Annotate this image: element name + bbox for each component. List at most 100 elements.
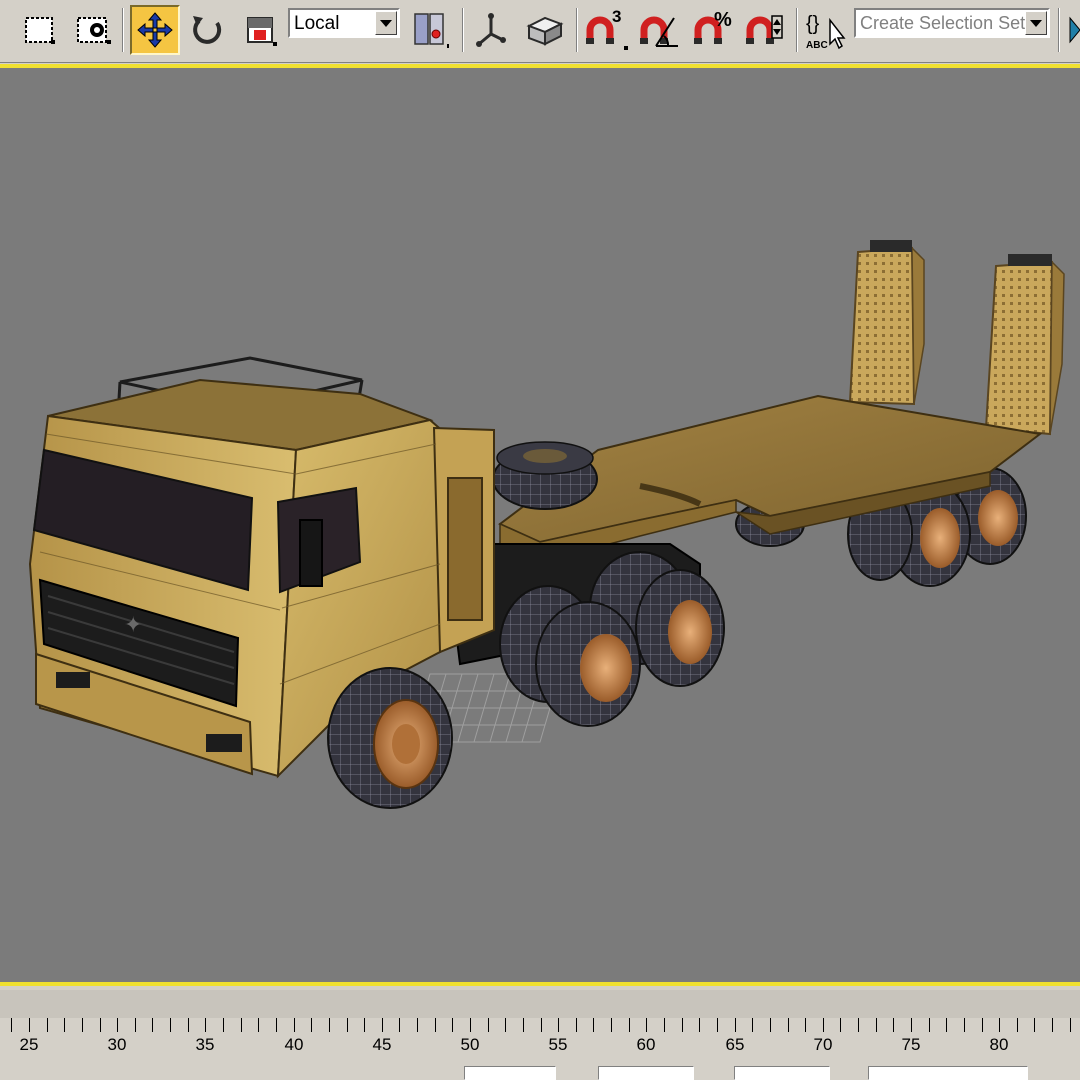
select-region-icon xyxy=(25,17,55,44)
timeline-tick xyxy=(294,1018,295,1032)
timeline-tick xyxy=(1034,1018,1035,1032)
scale-icon xyxy=(247,17,277,46)
status-bar xyxy=(0,1062,1080,1080)
timeline-tick xyxy=(717,1018,718,1032)
timeline-tick xyxy=(505,1018,506,1032)
mirror-button[interactable] xyxy=(1064,6,1080,54)
timeline-tick xyxy=(752,1018,753,1032)
timeline-tick xyxy=(117,1018,118,1032)
keyboard-shortcut-override-button[interactable] xyxy=(522,6,568,54)
timeline-tick xyxy=(946,1018,947,1032)
timeline-tick xyxy=(1070,1018,1071,1032)
spare-tire xyxy=(492,441,598,510)
keyboard-override-icon xyxy=(526,16,564,46)
timeline-tick xyxy=(82,1018,83,1032)
timeline-frame-label: 65 xyxy=(725,1035,745,1054)
status-field[interactable] xyxy=(464,1066,556,1080)
chevron-down-icon[interactable] xyxy=(1025,11,1047,35)
timeline-tick xyxy=(135,1018,136,1032)
timeline-frame-label: 75 xyxy=(901,1035,921,1054)
select-and-manipulate-button[interactable] xyxy=(468,6,514,54)
timeline-frame-label: 50 xyxy=(460,1035,480,1054)
cab-rear-window xyxy=(447,477,483,621)
snap-3-icon: 3 xyxy=(586,8,628,50)
timeline-tick xyxy=(417,1018,418,1032)
timeline-tick xyxy=(735,1018,736,1032)
timeline-tick xyxy=(329,1018,330,1032)
timeline-frame-label: 60 xyxy=(636,1035,656,1054)
use-pivot-center-button[interactable] xyxy=(406,6,452,54)
timeline-frame-label: 25 xyxy=(19,1035,39,1054)
timeline-tick xyxy=(311,1018,312,1032)
timeline-tick xyxy=(435,1018,436,1032)
timeline-tick xyxy=(699,1018,700,1032)
timeline-tick xyxy=(488,1018,489,1032)
named-selection-sets-dropdown[interactable]: Create Selection Set xyxy=(854,8,1050,38)
window-crossing-icon xyxy=(77,17,111,44)
manipulate-icon xyxy=(476,13,506,47)
svg-text:3: 3 xyxy=(612,8,621,26)
percent-snap-button[interactable]: % xyxy=(690,6,736,54)
svg-text:%: % xyxy=(714,9,732,31)
spinner-snap-button[interactable] xyxy=(742,6,788,54)
timeline-tick xyxy=(999,1018,1000,1032)
timeline-tick xyxy=(805,1018,806,1032)
timeline-tick xyxy=(152,1018,153,1032)
status-field[interactable] xyxy=(868,1066,1028,1080)
timeline-tick xyxy=(223,1018,224,1032)
percent-snap-icon: % xyxy=(694,9,732,44)
toolbar-separator xyxy=(122,8,124,52)
perspective-viewport[interactable]: ✦ xyxy=(0,64,1080,986)
timeline-tick xyxy=(29,1018,30,1032)
time-slider[interactable] xyxy=(0,990,1080,1019)
timeline-tick xyxy=(11,1018,12,1032)
timeline-tick xyxy=(558,1018,559,1032)
select-and-scale-button[interactable] xyxy=(236,6,282,54)
named-selection-placeholder: Create Selection Set xyxy=(860,13,1026,33)
edit-named-selection-button[interactable]: {} ABC xyxy=(802,6,848,54)
timeline-tick xyxy=(382,1018,383,1032)
svg-text:ABC: ABC xyxy=(806,40,828,51)
timeline-tick xyxy=(188,1018,189,1032)
select-and-move-button[interactable] xyxy=(130,5,180,55)
timeline-tick xyxy=(276,1018,277,1032)
timeline-tick xyxy=(611,1018,612,1032)
angle-snap-button[interactable] xyxy=(636,6,682,54)
reference-coordinate-system-dropdown[interactable]: Local xyxy=(288,8,400,38)
timeline-tick xyxy=(47,1018,48,1032)
timeline-tick xyxy=(664,1018,665,1032)
timeline-tick xyxy=(576,1018,577,1032)
timeline-frame-label: 35 xyxy=(195,1035,215,1054)
timeline-tick xyxy=(682,1018,683,1032)
timeline-tick xyxy=(788,1018,789,1032)
timeline-tick xyxy=(452,1018,453,1032)
timeline-tick xyxy=(823,1018,824,1032)
window-crossing-button[interactable] xyxy=(70,6,116,54)
timeline-tick xyxy=(1052,1018,1053,1032)
timeline-tick xyxy=(205,1018,206,1032)
timeline-tick xyxy=(840,1018,841,1032)
timeline-tick xyxy=(241,1018,242,1032)
mirror-icon xyxy=(1069,16,1080,44)
rotate-icon xyxy=(193,16,222,44)
toolbar-separator xyxy=(576,8,578,52)
timeline-tick xyxy=(347,1018,348,1032)
timeline-tick xyxy=(470,1018,471,1032)
move-icon xyxy=(137,12,173,48)
timeline-tick xyxy=(364,1018,365,1032)
timeline-frame-label: 40 xyxy=(284,1035,304,1054)
timeline-frame-label: 70 xyxy=(813,1035,833,1054)
status-field[interactable] xyxy=(598,1066,694,1080)
chevron-down-icon[interactable] xyxy=(375,11,397,35)
select-region-button[interactable] xyxy=(16,6,62,54)
timeline-ruler[interactable]: 25 30 35 40 45 50 55 60 65 70 75 80 xyxy=(0,1018,1080,1062)
side-mirror xyxy=(299,519,323,587)
timeline-tick xyxy=(100,1018,101,1032)
timeline-tick xyxy=(982,1018,983,1032)
truck-model[interactable]: ✦ xyxy=(0,68,1080,982)
select-and-rotate-button[interactable] xyxy=(184,6,230,54)
toolbar-separator xyxy=(462,8,464,52)
status-field[interactable] xyxy=(734,1066,830,1080)
timeline-frame-label: 80 xyxy=(989,1035,1009,1054)
snaps-toggle-button[interactable]: 3 xyxy=(582,6,628,54)
